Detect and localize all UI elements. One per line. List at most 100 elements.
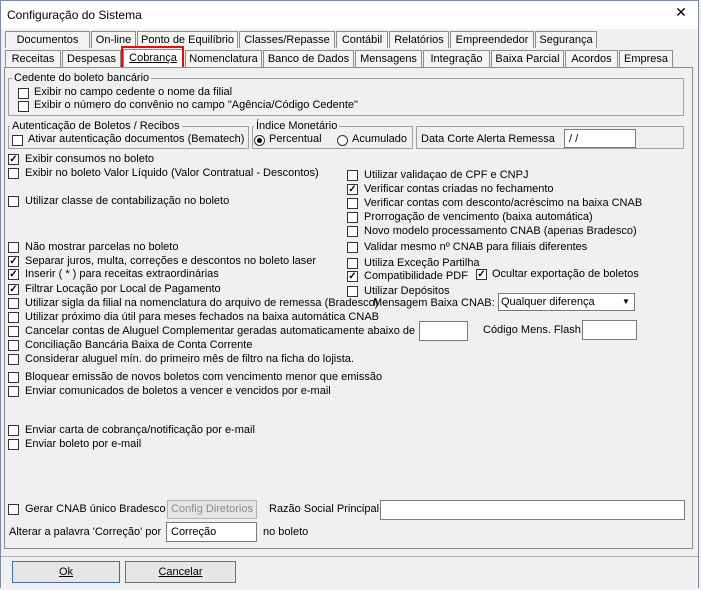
- cancelar-contas-label: Cancelar contas de Aluguel Complementar …: [25, 325, 433, 337]
- ok-label: Ok: [58, 566, 74, 578]
- mensagem-baixa-value: Qualquer diferença: [501, 296, 595, 308]
- validacao-cpf-label: Utilizar validaçao de CPF e CNPJ: [364, 169, 529, 181]
- autenticacao-checkbox[interactable]: [12, 135, 23, 146]
- razao-social-label: Razão Social Principal: [269, 503, 380, 515]
- tab-documentos[interactable]: Documentos: [5, 31, 90, 48]
- sigla-filial-checkbox[interactable]: [8, 298, 19, 309]
- separar-juros-checkbox[interactable]: ✓: [8, 256, 19, 267]
- ok-button[interactable]: Ok: [12, 561, 120, 583]
- enviar-boleto-label: Enviar boleto por e-mail: [25, 438, 142, 450]
- data-corte-input[interactable]: / /: [564, 129, 636, 148]
- cedente-opt2-label: Exibir o número do convênio no campo "Ag…: [34, 99, 358, 111]
- nao-mostrar-parcelas-checkbox[interactable]: [8, 242, 19, 253]
- utilizar-depositos-checkbox[interactable]: [347, 286, 358, 297]
- tab-acordos[interactable]: Acordos: [565, 50, 618, 67]
- bloquear-emissao-label: Bloquear emissão de novos boletos com ve…: [25, 371, 383, 383]
- proximo-dia-checkbox[interactable]: [8, 312, 19, 323]
- tab-receitas[interactable]: Receitas: [5, 50, 61, 67]
- gerar-cnab-checkbox[interactable]: [8, 504, 19, 515]
- mensagem-baixa-select[interactable]: Qualquer diferença ▼: [498, 293, 635, 311]
- verificar-desconto-checkbox[interactable]: [347, 198, 358, 209]
- prorrogacao-label: Prorrogação de vencimento (baixa automát…: [364, 211, 593, 223]
- autenticacao-label: Ativar autenticação documentos (Bematech…: [28, 133, 245, 145]
- classe-contab-label: Utilizar classe de contabilização no bol…: [25, 195, 230, 207]
- exibir-consumos-label: Exibir consumos no boleto: [25, 153, 155, 165]
- classe-contab-checkbox[interactable]: [8, 196, 19, 207]
- excecao-partilha-checkbox[interactable]: [347, 258, 358, 269]
- cancelar-contas-checkbox[interactable]: [8, 326, 19, 337]
- proximo-dia-label: Utilizar próximo dia útil para meses fec…: [25, 311, 379, 323]
- tab-baixa-parcial[interactable]: Baixa Parcial: [491, 50, 564, 67]
- novo-modelo-label: Novo modelo processamento CNAB (apenas B…: [364, 225, 637, 237]
- nao-mostrar-parcelas-label: Não mostrar parcelas no boleto: [25, 241, 179, 253]
- considerar-aluguel-checkbox[interactable]: [8, 354, 19, 365]
- ocultar-exportacao-label: Ocultar exportação de boletos: [492, 268, 639, 280]
- filtrar-locacao-checkbox[interactable]: ✓: [8, 284, 19, 295]
- tab-classes-repasse[interactable]: Classes/Repasse: [239, 31, 335, 48]
- cancelar-valor-input[interactable]: [419, 321, 468, 341]
- prorrogacao-checkbox[interactable]: [347, 212, 358, 223]
- tab-mensagens[interactable]: Mensagens: [355, 50, 422, 67]
- gerar-cnab-label: Gerar CNAB único Bradesco: [25, 503, 166, 515]
- cedente-opt2-checkbox[interactable]: [18, 101, 29, 112]
- cedente-group-title: Cedente do boleto bancário: [12, 72, 152, 84]
- separar-juros-label: Separar juros, multa, correções e descon…: [25, 255, 317, 267]
- tab-seguranca[interactable]: Segurança: [535, 31, 597, 48]
- alterar-palavra-input[interactable]: Correção: [166, 522, 257, 542]
- mensagem-baixa-label: Mensagem Baixa CNAB:: [373, 297, 495, 309]
- tab-nomenclatura[interactable]: Nomenclatura: [185, 50, 262, 67]
- enviar-comunicados-label: Enviar comunicados de boletos a vencer e…: [25, 385, 331, 397]
- validacao-cpf-checkbox[interactable]: [347, 170, 358, 181]
- tab-empresa[interactable]: Empresa: [619, 50, 673, 67]
- tab-integracao[interactable]: Integração: [423, 50, 490, 67]
- close-icon[interactable]: ✕: [664, 2, 698, 22]
- cedente-opt1-label: Exibir no campo cedente o nome da filial: [34, 86, 233, 98]
- tab-contabil[interactable]: Contábil: [336, 31, 388, 48]
- enviar-comunicados-checkbox[interactable]: [8, 386, 19, 397]
- bloquear-emissao-checkbox[interactable]: [8, 372, 19, 383]
- valor-liquido-label: Exibir no boleto Valor Líquido (Valor Co…: [25, 167, 319, 179]
- codigo-mens-label: Código Mens. Flash:: [483, 324, 584, 336]
- indice-group-title: Índice Monetário: [254, 120, 340, 132]
- percentual-radio[interactable]: [254, 135, 265, 146]
- verificar-criadas-label: Verificar contas criadas no fechamento: [364, 183, 554, 195]
- compat-pdf-checkbox[interactable]: ✓: [347, 271, 358, 282]
- enviar-boleto-checkbox[interactable]: [8, 439, 19, 450]
- enviar-carta-checkbox[interactable]: [8, 425, 19, 436]
- excecao-partilha-label: Utiliza Exceção Partilha: [364, 257, 480, 269]
- chevron-down-icon[interactable]: ▼: [619, 295, 633, 309]
- ocultar-exportacao-checkbox[interactable]: ✓: [476, 269, 487, 280]
- razao-social-input[interactable]: [380, 500, 685, 520]
- data-corte-label: Data Corte Alerta Remessa: [421, 133, 555, 145]
- exibir-consumos-checkbox[interactable]: ✓: [8, 154, 19, 165]
- codigo-mens-input[interactable]: [582, 320, 637, 340]
- percentual-label: Percentual: [269, 133, 322, 145]
- conciliacao-label: Conciliação Bancária Baixa de Conta Corr…: [25, 339, 253, 351]
- cancel-label: Cancelar: [158, 566, 203, 578]
- inserir-checkbox[interactable]: ✓: [8, 269, 19, 280]
- novo-modelo-checkbox[interactable]: [347, 226, 358, 237]
- config-diretorios-button[interactable]: Config Diretorios: [167, 500, 257, 519]
- sigla-filial-label: Utilizar sigla da filial na nomenclatura…: [25, 297, 379, 309]
- cancel-button[interactable]: Cancelar: [125, 561, 236, 583]
- window-title: Configuração do Sistema: [7, 8, 142, 22]
- compat-pdf-label: Compatibilidade PDF: [364, 270, 468, 282]
- inserir-label: Inserir ( * ) para receitas extraordinár…: [25, 268, 219, 280]
- cedente-opt1-checkbox[interactable]: [18, 88, 29, 99]
- verificar-desconto-label: Verificar contas com desconto/acréscimo …: [364, 197, 643, 209]
- valor-liquido-checkbox[interactable]: [8, 168, 19, 179]
- autenticacao-group-title: Autenticação de Boletos / Recibos: [10, 120, 182, 132]
- validar-mesmo-checkbox[interactable]: [347, 242, 358, 253]
- tab-despesas[interactable]: Despesas: [62, 50, 121, 67]
- tab-relatorios[interactable]: Relatórios: [389, 31, 449, 48]
- tab-banco-dados[interactable]: Banco de Dados: [263, 50, 354, 67]
- alterar-palavra-suffix: no boleto: [263, 526, 309, 538]
- filtrar-locacao-label: Filtrar Locação por Local de Pagamento: [25, 283, 221, 295]
- validar-mesmo-label: Validar mesmo nº CNAB para filiais difer…: [364, 241, 588, 253]
- conciliacao-checkbox[interactable]: [8, 340, 19, 351]
- considerar-aluguel-label: Considerar aluguel mín. do primeiro mês …: [25, 353, 354, 365]
- acumulado-radio[interactable]: [337, 135, 348, 146]
- verificar-criadas-checkbox[interactable]: ✓: [347, 184, 358, 195]
- tab-empreendedor[interactable]: Empreendedor: [450, 31, 534, 48]
- enviar-carta-label: Enviar carta de cobrança/notificação por…: [25, 424, 255, 436]
